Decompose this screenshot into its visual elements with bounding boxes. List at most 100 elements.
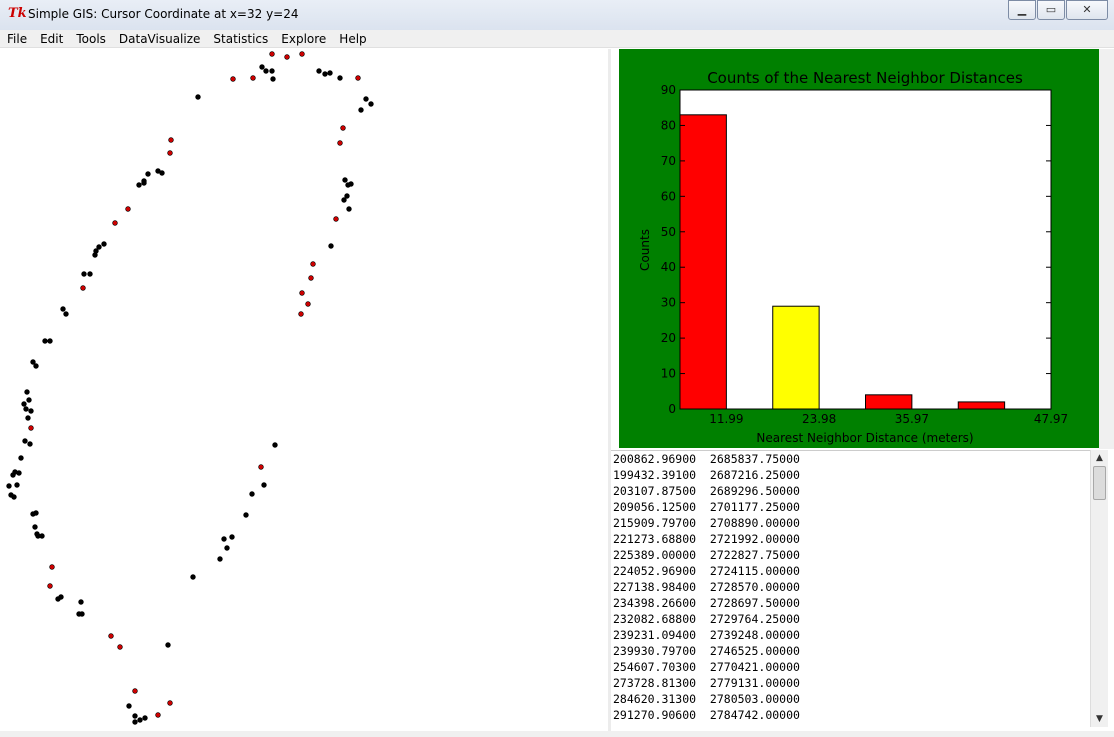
map-point-highlighted[interactable]: [167, 700, 173, 706]
map-point[interactable]: [145, 171, 151, 177]
coordinates-text-area[interactable]: 200862.96900 2685837.75000 199432.39100 2…: [611, 450, 1090, 728]
map-point[interactable]: [358, 107, 364, 113]
map-point-highlighted[interactable]: [308, 275, 314, 281]
scroll-thumb[interactable]: [1093, 466, 1106, 500]
map-point[interactable]: [11, 494, 17, 500]
menu-datavisualize[interactable]: DataVisualize: [119, 30, 201, 47]
map-point[interactable]: [92, 252, 98, 258]
map-point-highlighted[interactable]: [298, 311, 304, 317]
map-point[interactable]: [24, 389, 30, 395]
map-points-layer[interactable]: [6, 49, 608, 731]
scroll-down-arrow-icon[interactable]: ▼: [1091, 711, 1108, 727]
map-point[interactable]: [159, 170, 165, 176]
map-point[interactable]: [221, 536, 227, 542]
map-point[interactable]: [316, 68, 322, 74]
close-button[interactable]: ✕: [1066, 0, 1108, 20]
map-point[interactable]: [33, 510, 39, 516]
map-point[interactable]: [47, 338, 53, 344]
map-point[interactable]: [87, 271, 93, 277]
map-point[interactable]: [14, 482, 20, 488]
map-point-highlighted[interactable]: [284, 54, 290, 60]
map-point[interactable]: [342, 177, 348, 183]
map-point[interactable]: [78, 599, 84, 605]
map-canvas[interactable]: [6, 49, 608, 731]
map-point[interactable]: [165, 642, 171, 648]
map-point-highlighted[interactable]: [305, 301, 311, 307]
map-point[interactable]: [18, 455, 24, 461]
map-point[interactable]: [272, 442, 278, 448]
map-point[interactable]: [217, 556, 223, 562]
map-point[interactable]: [63, 311, 69, 317]
map-point[interactable]: [263, 68, 269, 74]
map-point[interactable]: [22, 438, 28, 444]
map-point[interactable]: [368, 101, 374, 107]
map-point[interactable]: [136, 182, 142, 188]
map-point[interactable]: [327, 70, 333, 76]
menu-edit[interactable]: Edit: [40, 30, 63, 47]
map-point[interactable]: [39, 533, 45, 539]
map-point-highlighted[interactable]: [108, 633, 114, 639]
map-point[interactable]: [190, 574, 196, 580]
map-point[interactable]: [322, 71, 328, 77]
map-point[interactable]: [32, 524, 38, 530]
scroll-up-arrow-icon[interactable]: ▲: [1091, 450, 1108, 466]
map-point[interactable]: [23, 406, 29, 412]
map-point-highlighted[interactable]: [125, 206, 131, 212]
map-point[interactable]: [101, 241, 107, 247]
map-point-highlighted[interactable]: [49, 564, 55, 570]
vertical-scrollbar[interactable]: ▲ ▼: [1090, 450, 1108, 727]
map-point-highlighted[interactable]: [269, 51, 275, 57]
maximize-button[interactable]: ▭: [1037, 0, 1065, 20]
map-point[interactable]: [79, 611, 85, 617]
map-point-highlighted[interactable]: [340, 125, 346, 131]
map-point[interactable]: [243, 512, 249, 518]
map-point[interactable]: [132, 713, 138, 719]
map-point[interactable]: [249, 491, 255, 497]
map-point[interactable]: [270, 76, 276, 82]
map-point[interactable]: [261, 482, 267, 488]
menu-explore[interactable]: Explore: [281, 30, 326, 47]
map-point-highlighted[interactable]: [337, 140, 343, 146]
map-point[interactable]: [16, 470, 22, 476]
map-point-highlighted[interactable]: [112, 220, 118, 226]
map-point[interactable]: [328, 243, 334, 249]
map-point-highlighted[interactable]: [167, 150, 173, 156]
map-point[interactable]: [6, 483, 12, 489]
map-point-highlighted[interactable]: [155, 712, 161, 718]
map-point-highlighted[interactable]: [299, 290, 305, 296]
map-point[interactable]: [348, 181, 354, 187]
map-point-highlighted[interactable]: [117, 644, 123, 650]
map-point[interactable]: [142, 715, 148, 721]
map-point[interactable]: [363, 96, 369, 102]
map-point[interactable]: [42, 338, 48, 344]
map-point-highlighted[interactable]: [80, 285, 86, 291]
map-point-highlighted[interactable]: [230, 76, 236, 82]
map-point[interactable]: [10, 472, 16, 478]
map-point[interactable]: [269, 68, 275, 74]
map-point[interactable]: [229, 534, 235, 540]
map-point[interactable]: [224, 545, 230, 551]
menu-file[interactable]: File: [7, 30, 27, 47]
map-point[interactable]: [195, 94, 201, 100]
map-point[interactable]: [58, 594, 64, 600]
map-point[interactable]: [28, 408, 34, 414]
map-point-highlighted[interactable]: [355, 75, 361, 81]
map-point[interactable]: [33, 363, 39, 369]
minimize-button[interactable]: ▁: [1008, 0, 1036, 20]
map-point[interactable]: [346, 206, 352, 212]
map-point[interactable]: [81, 271, 87, 277]
map-point-highlighted[interactable]: [47, 583, 53, 589]
map-point[interactable]: [60, 306, 66, 312]
map-point[interactable]: [126, 703, 132, 709]
map-point[interactable]: [141, 180, 147, 186]
map-point[interactable]: [21, 401, 27, 407]
map-point[interactable]: [25, 415, 31, 421]
menu-help[interactable]: Help: [339, 30, 366, 47]
map-point[interactable]: [96, 244, 102, 250]
map-point-highlighted[interactable]: [333, 216, 339, 222]
map-point[interactable]: [27, 441, 33, 447]
map-point-highlighted[interactable]: [310, 261, 316, 267]
map-point[interactable]: [259, 64, 265, 70]
map-point-highlighted[interactable]: [168, 137, 174, 143]
map-point-highlighted[interactable]: [132, 688, 138, 694]
